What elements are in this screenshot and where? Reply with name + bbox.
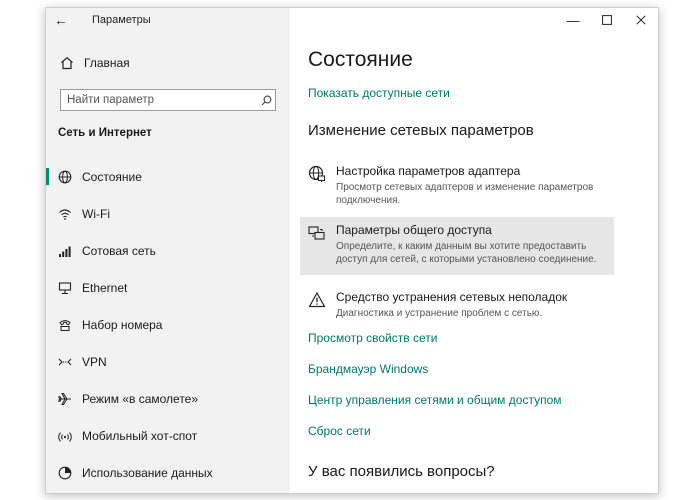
adapter-globe-icon [308,164,328,207]
sidebar-item-ethernet[interactable]: Ethernet [46,269,290,306]
questions-heading: У вас появились вопросы? [308,463,495,480]
warning-icon [308,290,328,320]
search-box [60,89,276,111]
sidebar-item-wifi[interactable]: Wi-Fi [46,195,290,232]
hotspot-icon [56,429,74,443]
back-button[interactable]: ← [46,8,76,32]
sidebar-item-hotspot[interactable]: Мобильный хот-спот [46,417,290,454]
sidebar-item-label: Мобильный хот-спот [82,428,198,443]
sharing-options-option[interactable]: Параметры общего доступа Определите, к к… [300,217,614,275]
sidebar-item-data-usage[interactable]: Использование данных [46,454,290,491]
network-properties-link[interactable]: Просмотр свойств сети [308,330,562,361]
section-title: Сеть и Интернет [58,127,152,139]
sidebar-item-label: Сотовая сеть [82,243,156,258]
vpn-icon [56,355,74,369]
globe-icon [56,170,74,184]
minimize-button[interactable]: — [556,8,590,32]
search-icon[interactable] [257,95,275,106]
sidebar-item-vpn[interactable]: VPN [46,343,290,380]
sidebar-item-dialup[interactable]: Набор номера [46,306,290,343]
sidebar-item-label: Использование данных [82,465,213,480]
airplane-icon [56,392,74,406]
show-networks-link[interactable]: Показать доступные сети [308,86,450,100]
troubleshooter-option[interactable]: Средство устранения сетевых неполадок Ди… [300,284,614,326]
sidebar-item-airplane[interactable]: Режим «в самолете» [46,380,290,417]
window-controls: — [556,8,658,32]
main-panel: — Состояние Показать доступные сети Изме… [290,8,658,493]
change-settings-heading: Изменение сетевых параметров [308,122,534,139]
sidebar-nav: Состояние Wi-Fi Сотовая сеть Ethernet На… [46,158,290,491]
option-title: Настройка параметров адаптера [336,164,521,178]
sidebar-item-status[interactable]: Состояние [46,158,290,195]
windows-firewall-link[interactable]: Брандмауэр Windows [308,361,562,392]
network-sharing-center-link[interactable]: Центр управления сетями и общим доступом [308,392,562,423]
wifi-icon [56,207,74,221]
active-indicator [46,168,49,185]
sidebar-home[interactable]: Главная [46,51,290,75]
network-reset-link[interactable]: Сброс сети [308,423,562,454]
option-description: Диагностика и устранение проблем с сетью… [336,308,543,319]
window-title: Параметры [92,14,151,26]
home-icon [58,56,76,70]
sidebar-item-cellular[interactable]: Сотовая сеть [46,232,290,269]
sidebar-home-label: Главная [84,56,130,70]
related-links: Просмотр свойств сети Брандмауэр Windows… [308,330,562,454]
sidebar-item-label: Wi-Fi [82,206,110,221]
maximize-button[interactable] [590,8,624,32]
settings-window: ← Параметры Главная Сеть и Интернет С [45,7,659,494]
back-arrow-icon: ← [54,12,68,28]
sharing-icon [308,223,328,269]
option-title: Параметры общего доступа [336,223,492,237]
close-icon [636,13,646,28]
adapter-settings-option[interactable]: Настройка параметров адаптера Просмотр с… [300,158,614,213]
close-button[interactable] [624,8,658,32]
maximize-icon [602,13,612,28]
sidebar: ← Параметры Главная Сеть и Интернет С [46,8,290,493]
titlebar-left: ← Параметры [46,8,290,32]
sidebar-item-label: Режим «в самолете» [82,391,199,406]
sidebar-item-label: Ethernet [82,280,128,295]
option-title: Средство устранения сетевых неполадок [336,290,568,304]
option-description: Определите, к каким данным вы хотите пре… [336,241,597,265]
search-input[interactable] [61,90,257,110]
minimize-icon: — [566,12,580,28]
dialup-icon [56,318,74,332]
page-title: Состояние [308,48,413,71]
sidebar-item-label: Набор номера [82,317,163,332]
option-description: Просмотр сетевых адаптеров и изменение п… [336,182,594,206]
ethernet-icon [56,281,74,295]
signal-bars-icon [56,244,74,258]
data-usage-icon [56,466,74,480]
sidebar-item-label: VPN [82,354,107,369]
sidebar-item-label: Состояние [82,169,142,184]
